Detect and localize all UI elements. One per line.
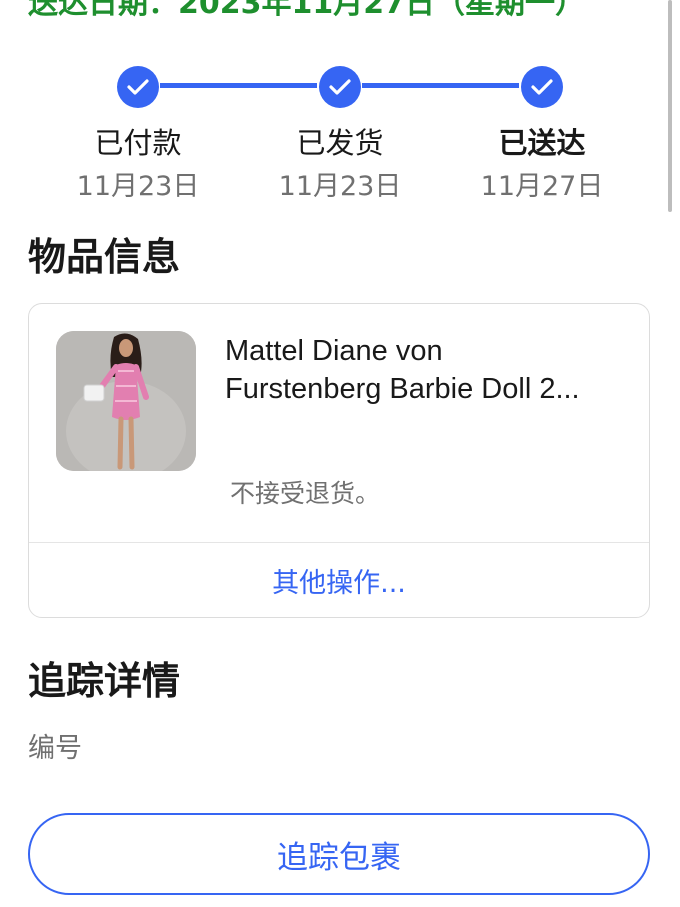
tracking-details-title: 追踪详情 — [28, 659, 181, 703]
check-icon — [319, 66, 361, 108]
order-progress: 已付款 已发货 已送达 11月23日 11月23日 11月27日 — [0, 60, 680, 210]
returns-policy: 不接受退货。 — [230, 479, 381, 508]
step-paid-label: 已付款 — [94, 126, 182, 160]
step-delivered-label: 已送达 — [498, 126, 586, 160]
step-shipped-date: 11月23日 — [278, 171, 402, 202]
step-paid-date: 11月23日 — [76, 171, 200, 202]
tracking-number-label: 编号 — [28, 733, 82, 764]
item-image[interactable] — [56, 331, 196, 471]
item-card: Mattel Diane von Furstenberg Barbie Doll… — [28, 303, 650, 618]
track-package-button[interactable]: 追踪包裹 — [28, 813, 650, 895]
item-title-line-1: Mattel Diane von — [225, 335, 443, 367]
progress-connector — [160, 83, 317, 88]
step-shipped-label: 已发货 — [296, 126, 384, 160]
step-delivered-date: 11月27日 — [480, 171, 604, 202]
check-icon — [521, 66, 563, 108]
item-title-link[interactable]: Mattel Diane von Furstenberg Barbie Doll… — [225, 332, 635, 408]
item-info-title: 物品信息 — [28, 235, 181, 279]
progress-connector — [362, 83, 519, 88]
more-actions-button[interactable]: 其他操作... — [29, 543, 649, 618]
delivery-date-header: 送达日期：2023年11月27日（星期一） — [28, 0, 585, 21]
item-title-line-2: Furstenberg Barbie Doll 2... — [225, 373, 580, 405]
check-icon — [117, 66, 159, 108]
